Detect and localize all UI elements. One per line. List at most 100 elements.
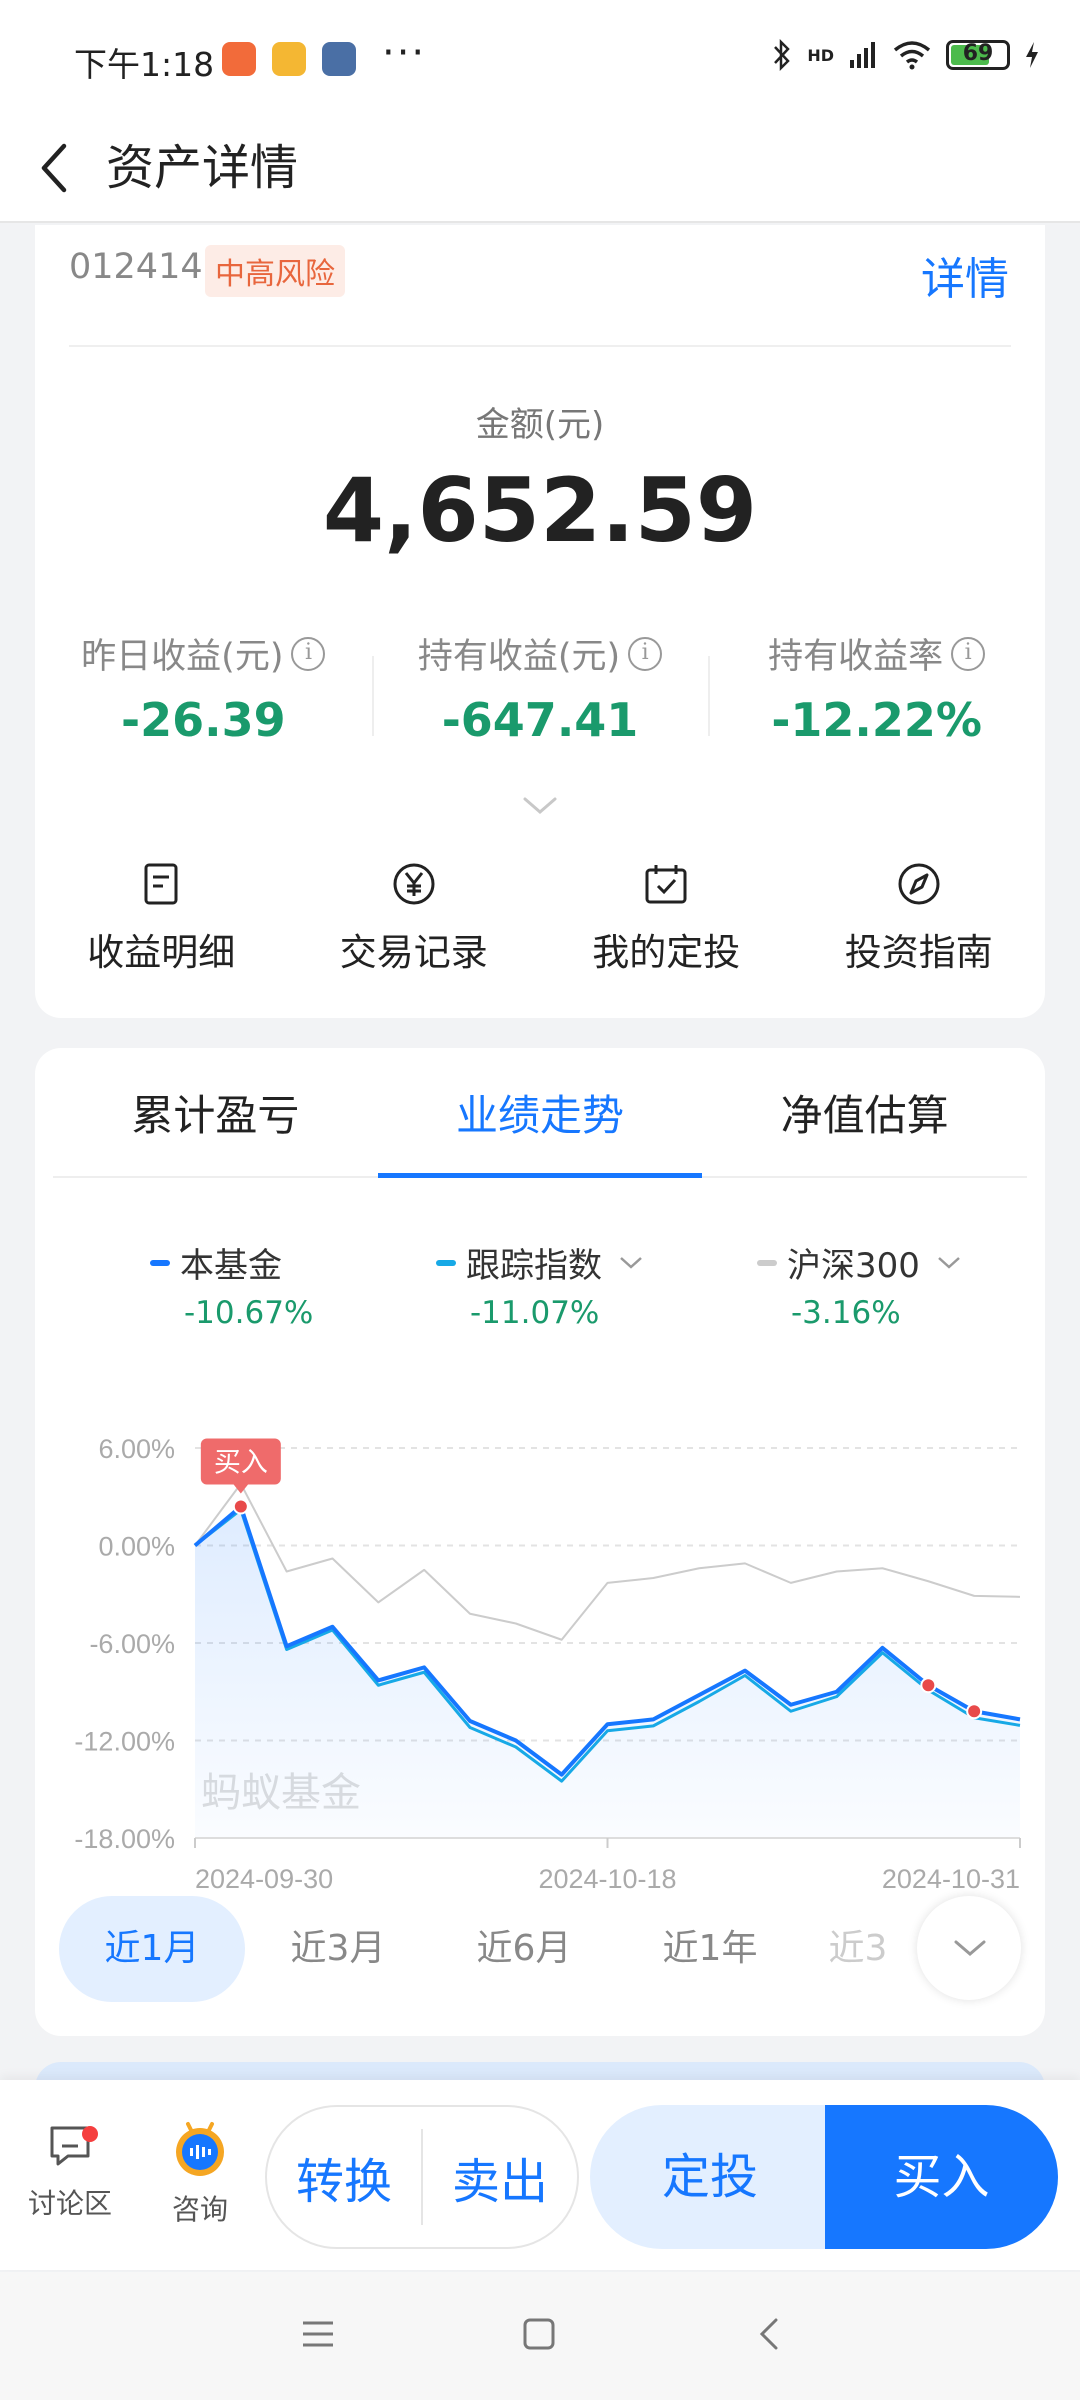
legend-value: -3.16% [791,1295,901,1331]
buy-button[interactable]: 买入 [825,2105,1058,2249]
income-detail-button[interactable]: 收益明细 [35,860,288,990]
period-3m[interactable]: 近3月 [245,1896,431,2002]
more-periods-button[interactable] [917,1896,1021,2000]
expand-chevron-icon[interactable] [522,795,558,817]
status-bar: 下午1:18 ··· HD 69 [0,0,1080,110]
quick-action-label: 交易记录 [339,931,488,974]
convert-button[interactable]: 转换 [267,2142,421,2212]
y-tick-label: 6.00% [98,1434,175,1464]
info-icon[interactable]: i [628,636,663,671]
status-icons: HD 69 [771,38,1040,72]
back-nav-icon[interactable] [752,2316,788,2352]
forum-button[interactable]: 讨论区 [20,2120,120,2222]
menu-icon[interactable] [300,2316,336,2352]
my-sip-button[interactable]: 我的定投 [540,860,793,990]
amount-label: 金额(元) [475,405,605,445]
signal-hd-icon: HD [807,45,834,65]
metric-holding-return-rate: 持有收益率 i -12.22% [708,628,1045,758]
page-title: 资产详情 [106,140,299,196]
notification-dot [82,2126,98,2142]
metric-label: 持有收益(元) [417,637,621,677]
chart-legend: 本基金 -10.67% 跟踪指数 -11.07% 沪深300 -3.16% [35,1238,1045,1331]
legend-label: 沪深300 [787,1246,920,1286]
consult-button[interactable]: 咨询 [150,2120,250,2228]
bluetooth-icon [774,38,791,72]
chart-tabs: 累计盈亏 业绩走势 净值估算 [53,1048,1027,1178]
wifi-icon [893,41,931,70]
x-tick-label: 2024-09-30 [195,1864,333,1893]
amount-value: 4,652.59 [322,459,758,562]
compass-icon [898,863,940,905]
trade-marker [232,1498,249,1515]
x-tick-label: 2024-10-18 [538,1864,676,1893]
calendar-check-icon [645,865,687,904]
legend-value: -10.67% [184,1295,314,1331]
chevron-down-icon [954,1940,986,1956]
system-nav-bar [0,2272,1080,2400]
back-arrow-icon [41,143,67,193]
legend-tracking-index[interactable]: 跟踪指数 -11.07% [436,1238,644,1331]
sell-button[interactable]: 卖出 [423,2142,577,2212]
forum-label: 讨论区 [27,2187,112,2220]
info-icon[interactable]: i [291,636,326,671]
convert-sell-group: 转换 卖出 [265,2105,579,2249]
quick-action-label: 投资指南 [844,931,993,974]
battery-level: 69 [962,41,994,66]
period-3y[interactable]: 近3 [803,1896,913,2002]
x-tick-label: 2024-10-31 [882,1864,1020,1893]
y-tick-label: 0.00% [98,1532,175,1562]
period-1y[interactable]: 近1年 [617,1896,803,2002]
notification-icon-2 [272,42,306,76]
legend-swatch [150,1259,170,1266]
tab-nav-estimate[interactable]: 净值估算 [702,1048,1027,1176]
charging-icon [1026,42,1038,68]
performance-chart[interactable]: 6.00%0.00%-6.00%-12.00%-18.00%蚂蚁基金2024-0… [35,1373,1045,1893]
trade-marker [966,1703,983,1720]
asset-summary-card: 012414 中高风险 详情 金额(元) 4,652.59 昨日收益(元) i -… [35,225,1045,1018]
tab-performance-trend[interactable]: 业绩走势 [377,1048,703,1178]
tab-cumulative-pnl[interactable]: 累计盈亏 [53,1048,378,1176]
risk-badge: 中高风险 [205,245,345,297]
notification-icon-3 [322,42,356,76]
home-icon[interactable] [521,2316,557,2352]
legend-csi300[interactable]: 沪深300 -3.16% [757,1238,962,1331]
y-tick-label: -18.00% [74,1824,175,1854]
info-icon[interactable]: i [951,636,986,671]
back-button[interactable] [30,130,90,200]
legend-this-fund: 本基金 -10.67% [150,1238,313,1331]
divider [69,345,1011,347]
consult-label: 咨询 [171,2193,228,2226]
quick-actions: 收益明细 交易记录 我的定投 投资指南 [35,860,1045,990]
legend-swatch [757,1259,777,1266]
performance-chart-card: 累计盈亏 业绩走势 净值估算 本基金 -10.67% 跟踪指数 -11.07% … [35,1048,1045,2036]
metric-holding-earnings: 持有收益(元) i -647.41 [371,628,709,758]
earnings-metrics: 昨日收益(元) i -26.39 持有收益(元) i -647.41 持有收益率 i … [35,628,1045,758]
chart-area [195,1506,1020,1838]
battery-icon: 69 [946,40,1010,70]
transaction-records-button[interactable]: 交易记录 [288,860,541,990]
document-icon [144,863,178,905]
status-time: 下午1:18 [74,45,215,84]
chevron-down-icon [938,1256,960,1269]
trade-marker [920,1677,937,1694]
chevron-down-icon [620,1256,642,1269]
page: 下午1:18 ··· HD 69 资产详情 012414 中高风险 详情 金额(… [0,0,1080,2400]
legend-label: 本基金 [180,1246,282,1286]
quick-action-label: 收益明细 [87,931,236,974]
bottom-action-bar: 讨论区 咨询 转换 卖出 定投 买入 [0,2080,1080,2270]
yen-circle-icon [393,863,435,905]
signal-icon [850,42,875,68]
metric-value: -26.39 [121,693,286,747]
quick-action-label: 我的定投 [592,931,741,974]
period-6m[interactable]: 近6月 [431,1896,617,2002]
period-selector: 近1月 近3月 近6月 近1年 近3 [59,1896,1045,2002]
investment-guide-button[interactable]: 投资指南 [793,860,1046,990]
fund-detail-link[interactable]: 详情 [921,243,1009,307]
assistant-robot-icon [176,2122,224,2176]
more-notifications-icon: ··· [382,30,427,76]
y-tick-label: -6.00% [89,1629,175,1659]
legend-value: -11.07% [470,1295,600,1331]
metric-value: -12.22% [771,693,983,747]
period-1m[interactable]: 近1月 [59,1896,245,2002]
sip-button[interactable]: 定投 [590,2105,830,2249]
